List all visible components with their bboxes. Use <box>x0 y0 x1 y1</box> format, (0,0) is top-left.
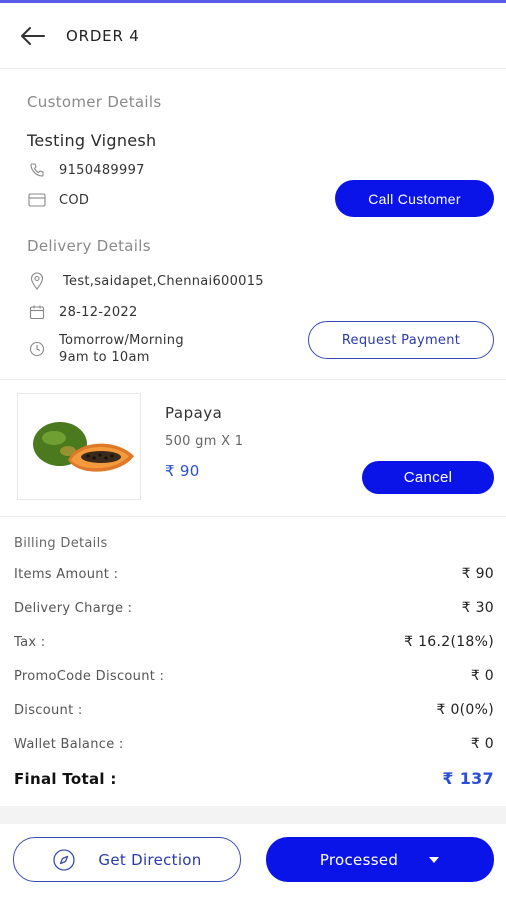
call-customer-button[interactable]: Call Customer <box>335 180 494 217</box>
final-total-label: Final Total : <box>14 769 117 788</box>
payment-method-row: COD <box>27 190 89 210</box>
delivery-details-label: Delivery Details <box>27 237 151 255</box>
payment-method: COD <box>59 192 90 208</box>
product-quantity: 500 gm X 1 <box>165 434 244 449</box>
billing-row-value: ₹ 0(0%) <box>436 702 494 718</box>
billing-row-label: Items Amount : <box>14 566 119 582</box>
order-status-dropdown[interactable]: Processed <box>266 837 494 882</box>
cancel-item-button[interactable]: Cancel <box>362 461 494 494</box>
delivery-date-row: 28-12-2022 <box>27 302 138 322</box>
delivery-slot-line1: Tomorrow/Morning <box>59 333 184 348</box>
bottom-action-bar: Get Direction Processed <box>0 824 506 900</box>
section-divider <box>0 379 506 380</box>
billing-row-value: ₹ 0 <box>470 736 494 752</box>
billing-row-delivery-charge: Delivery Charge : ₹ 30 <box>14 600 494 616</box>
billing-row-label: Delivery Charge : <box>14 600 133 616</box>
delivery-address: Test,saidapet,Chennai600015 <box>63 273 264 289</box>
request-payment-button[interactable]: Request Payment <box>308 321 494 359</box>
customer-details-label: Customer Details <box>27 93 162 111</box>
customer-name: Testing Vignesh <box>27 131 157 150</box>
section-divider <box>0 516 506 517</box>
clock-icon <box>27 339 47 359</box>
caret-down-icon <box>429 856 440 863</box>
delivery-date: 28-12-2022 <box>59 304 138 320</box>
billing-row-discount: Discount : ₹ 0(0%) <box>14 702 494 718</box>
final-total-value: ₹ 137 <box>442 769 494 788</box>
product-image <box>17 393 141 500</box>
billing-row-label: Tax : <box>14 634 46 650</box>
billing-row-value: ₹ 16.2(18%) <box>404 634 494 650</box>
billing-row-value: ₹ 30 <box>461 600 494 616</box>
customer-phone: 9150489997 <box>59 162 145 178</box>
get-direction-label: Get Direction <box>98 850 202 869</box>
footer-separator <box>0 806 506 824</box>
calendar-icon <box>27 302 47 322</box>
billing-details-label: Billing Details <box>14 536 108 551</box>
get-direction-button[interactable]: Get Direction <box>13 837 241 882</box>
location-pin-icon <box>27 271 47 291</box>
billing-row-wallet-balance: Wallet Balance : ₹ 0 <box>14 736 494 752</box>
product-name: Papaya <box>165 404 223 422</box>
billing-row-value: ₹ 90 <box>461 566 494 582</box>
delivery-slot-row: Tomorrow/Morning 9am to 10am <box>27 332 184 366</box>
billing-row-tax: Tax : ₹ 16.2(18%) <box>14 634 494 650</box>
compass-icon <box>53 848 76 871</box>
billing-row-label: PromoCode Discount : <box>14 668 165 684</box>
billing-row-final-total: Final Total : ₹ 137 <box>14 769 494 788</box>
billing-row-value: ₹ 0 <box>470 668 494 684</box>
delivery-slot: Tomorrow/Morning 9am to 10am <box>59 332 184 366</box>
billing-row-items-amount: Items Amount : ₹ 90 <box>14 566 494 582</box>
billing-row-promocode-discount: PromoCode Discount : ₹ 0 <box>14 668 494 684</box>
delivery-slot-line2: 9am to 10am <box>59 350 150 365</box>
product-price: ₹ 90 <box>165 462 200 480</box>
app-header: ORDER 4 <box>0 3 506 69</box>
customer-phone-row: 9150489997 <box>27 160 145 180</box>
back-button[interactable] <box>0 3 66 69</box>
billing-row-label: Wallet Balance : <box>14 736 124 752</box>
delivery-address-row: Test,saidapet,Chennai600015 <box>27 271 264 291</box>
card-icon <box>27 190 47 210</box>
billing-row-label: Discount : <box>14 702 83 718</box>
order-status-label: Processed <box>319 850 399 869</box>
phone-icon <box>27 160 47 180</box>
page-title: ORDER 4 <box>66 26 140 45</box>
arrow-left-icon <box>21 26 45 45</box>
